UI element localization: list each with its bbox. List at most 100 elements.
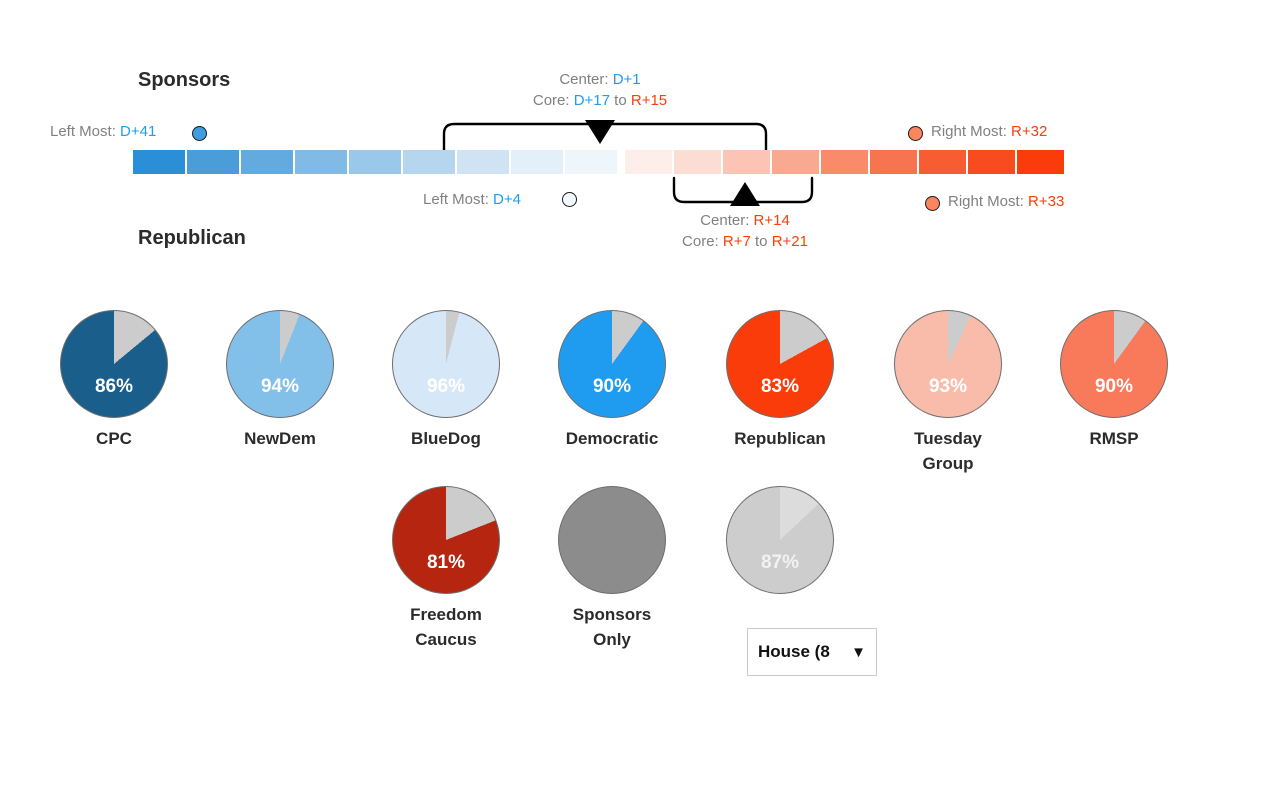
sponsors-center-value: D+1 [612, 71, 641, 88]
republican-scale-bar [625, 150, 1064, 174]
republican-core-label: Core: [682, 233, 719, 250]
republican-core-low: R+7 [722, 233, 751, 250]
pie-chart-cpc: 86% [60, 310, 168, 418]
scale-segment [241, 150, 293, 174]
pie-chart-cell: 86% CPC [29, 310, 199, 451]
sponsors-core-label: Core: [532, 92, 570, 109]
republican-center-line: Center: R+14 [565, 210, 925, 231]
pie-chart-freedom-caucus: 81% [392, 486, 500, 594]
pie-chart-label-line: Only [593, 630, 631, 649]
pie-percentage-label: 94% [260, 376, 300, 397]
pie-percentage-label: 81% [426, 552, 466, 573]
ideology-scale-section: Sponsors Republican Left Most: D+41 Righ… [0, 0, 1280, 290]
scale-segment [821, 150, 868, 174]
pie-chart-label: NewDem [195, 426, 365, 451]
pie-chart-cell: 93% Tuesday Group [863, 310, 1033, 476]
sponsors-core-high: R+15 [630, 92, 668, 109]
sponsors-core-line: Core: D+17 to R+15 [420, 90, 780, 111]
scale-segment [625, 150, 672, 174]
scale-segment [565, 150, 617, 174]
pie-chart-democratic: 90% [558, 310, 666, 418]
pie-chart-cell: 94% NewDem [195, 310, 365, 451]
pie-chart-republican: 83% [726, 310, 834, 418]
pie-chart-rmsp: 90% [1060, 310, 1168, 418]
republican-group-title: Republican [138, 227, 246, 249]
pie-percentage-label: 90% [592, 376, 632, 397]
pie-chart-cell: 96% BlueDog [361, 310, 531, 451]
republican-core-high: R+21 [771, 233, 808, 250]
chevron-down-icon: ▼ [851, 643, 866, 661]
democratic-scale-bar [133, 150, 617, 174]
scale-segment [968, 150, 1015, 174]
scale-segment [403, 150, 455, 174]
chamber-select-dropdown[interactable]: House (8 ▼ [747, 628, 877, 676]
scale-segment [187, 150, 239, 174]
scale-segment [870, 150, 917, 174]
scale-segment [295, 150, 347, 174]
republican-left-most-dot [562, 192, 577, 207]
pie-chart-tuesday-group: 93% [894, 310, 1002, 418]
republican-center-value: R+14 [753, 212, 790, 229]
pie-chart-label-line: Sponsors [572, 605, 652, 624]
sponsors-group-title: Sponsors [138, 69, 231, 91]
pie-chart-label: CPC [29, 426, 199, 451]
republican-right-most-dot [925, 196, 940, 211]
pie-chart-label-line: Tuesday [914, 429, 982, 448]
pie-percentage-label: 83% [760, 376, 800, 397]
republican-right-most-label: Right Most: R+33 [948, 193, 1064, 210]
sponsors-right-most-label: Right Most: R+32 [931, 123, 1047, 140]
republican-core-to: to [755, 233, 768, 250]
republican-core-line: Core: R+7 to R+21 [565, 231, 925, 252]
pie-chart-label-line: CPC [96, 429, 132, 448]
sponsors-right-most-value: R+32 [1011, 123, 1048, 140]
sponsors-center-label: Center: [559, 71, 609, 88]
pie-chart-cell: 87% [695, 486, 865, 594]
pie-chart-label-line: Caucus [415, 630, 477, 649]
sponsors-right-most-dot [908, 126, 923, 141]
pie-chart-cell: 81% Freedom Caucus [361, 486, 531, 652]
pie-percentage-label: 96% [426, 376, 466, 397]
pie-chart-cell: 90% RMSP [1029, 310, 1199, 451]
pie-chart-newdem: 94% [226, 310, 334, 418]
republican-summary: Center: R+14 Core: R+7 to R+21 [565, 210, 925, 252]
scale-segment [349, 150, 401, 174]
pie-chart-sponsors-only [558, 486, 666, 594]
sponsors-left-most-text: Left Most: [50, 123, 116, 140]
pie-percentage-label: 90% [1094, 376, 1134, 397]
pie-chart-cell: 90% Democratic [527, 310, 697, 451]
pie-chart-label: Tuesday Group [863, 426, 1033, 476]
scale-segment [919, 150, 966, 174]
pie-chart-label: RMSP [1029, 426, 1199, 451]
scale-segment [674, 150, 721, 174]
pie-percentage-label: 87% [760, 552, 800, 573]
sponsors-core-to: to [614, 92, 627, 109]
sponsors-summary: Center: D+1 Core: D+17 to R+15 [420, 69, 780, 111]
pie-chart-label: Republican [695, 426, 865, 451]
sponsors-center-marker [585, 120, 615, 144]
pie-percentage-label: 93% [928, 376, 968, 397]
republican-right-most-text: Right Most: [948, 193, 1024, 210]
pie-chart-label-line: Freedom [410, 605, 482, 624]
scale-segment [457, 150, 509, 174]
pie-chart-label-line: RMSP [1089, 429, 1139, 448]
sponsors-center-line: Center: D+1 [420, 69, 780, 90]
republican-left-most-value: D+4 [493, 191, 521, 208]
pie-chart-label-line: Democratic [565, 429, 659, 448]
pie-chart-label-line: Republican [734, 429, 826, 448]
pie-chart-label: Sponsors Only [527, 602, 697, 652]
pie-chart-total: 87% [726, 486, 834, 594]
sponsors-left-most-value: D+41 [120, 123, 157, 140]
sponsors-right-most-text: Right Most: [931, 123, 1007, 140]
republican-center-marker [730, 182, 760, 206]
scale-segment [723, 150, 770, 174]
republican-right-most-value: R+33 [1028, 193, 1065, 210]
republican-center-label: Center: [700, 212, 750, 229]
sponsors-left-most-dot [192, 126, 207, 141]
republican-left-most-text: Left Most: [423, 191, 489, 208]
republican-left-most-label: Left Most: D+4 [423, 191, 521, 208]
sponsors-core-low: D+17 [573, 92, 610, 109]
pie-chart-label-line: NewDem [244, 429, 316, 448]
pie-chart-label: Freedom Caucus [361, 602, 531, 652]
pie-chart-label-line: Group [922, 454, 974, 473]
sponsors-left-most-label: Left Most: D+41 [50, 123, 156, 140]
